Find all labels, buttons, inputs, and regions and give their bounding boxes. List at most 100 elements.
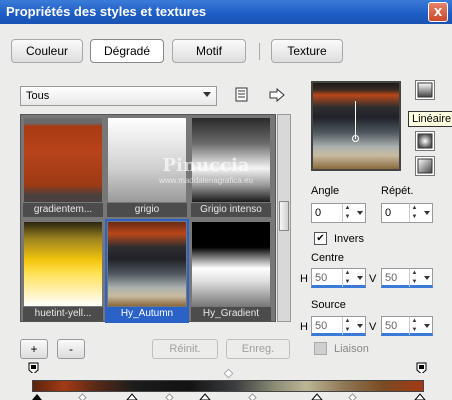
source-label: Source bbox=[311, 299, 346, 311]
color-stop-icon bbox=[126, 393, 138, 400]
rectangular-gradient-icon bbox=[417, 158, 433, 174]
dropdown-arrow-icon[interactable] bbox=[424, 211, 430, 215]
center-v-value: 50 bbox=[385, 272, 398, 284]
link-checkbox[interactable] bbox=[314, 342, 327, 355]
resource-manager-button[interactable] bbox=[235, 87, 249, 103]
color-midpoint-icon bbox=[165, 393, 174, 400]
angle-input[interactable]: 0 ▲ ▼ bbox=[311, 203, 366, 223]
spinner-arrows-icon[interactable]: ▲ ▼ bbox=[342, 317, 352, 335]
gradient-swatch bbox=[108, 222, 186, 306]
linear-gradient-icon bbox=[417, 82, 433, 98]
gradient-label: gradientem... bbox=[23, 203, 103, 217]
document-list-icon bbox=[235, 87, 248, 102]
gradient-label: huetint-yell... bbox=[23, 307, 103, 321]
category-select-value: Tous bbox=[26, 90, 50, 102]
watermark: Pinuccia www.maddalenagrafica.eu bbox=[131, 155, 281, 185]
gradient-preview[interactable] bbox=[311, 81, 401, 171]
scrollbar-thumb[interactable] bbox=[279, 201, 289, 231]
opacity-stop-icon[interactable] bbox=[28, 362, 39, 373]
gradient-grid: gradientem... grigio Grigio intenso huet… bbox=[20, 114, 276, 323]
invert-checkbox[interactable]: ✔ bbox=[314, 232, 327, 245]
gradient-thumb[interactable]: Hy_Gradient bbox=[191, 221, 271, 321]
spinner-arrows-icon[interactable]: ▲ ▼ bbox=[342, 204, 352, 222]
window-title: Propriétés des styles et textures bbox=[6, 4, 207, 19]
spinner-arrows-icon[interactable]: ▲ ▼ bbox=[409, 204, 419, 222]
dropdown-arrow-icon[interactable] bbox=[424, 324, 430, 328]
source-h-label: H bbox=[300, 321, 308, 333]
watermark-url: www.maddalenagrafica.eu bbox=[159, 176, 253, 185]
close-icon: x bbox=[433, 3, 443, 20]
gradient-label: Hy_Autumn bbox=[107, 307, 187, 321]
color-stop-icon bbox=[311, 393, 323, 400]
spinner-arrows-icon[interactable]: ▲ ▼ bbox=[409, 269, 419, 287]
tab-texture[interactable]: Texture bbox=[271, 39, 343, 63]
radial-gradient-icon bbox=[417, 133, 433, 149]
center-handle[interactable] bbox=[352, 135, 359, 142]
spinner-arrows-icon[interactable]: ▲ ▼ bbox=[342, 269, 352, 287]
angle-needle[interactable] bbox=[355, 101, 356, 139]
source-v-label: V bbox=[369, 321, 377, 333]
gradient-label: grigio bbox=[107, 203, 187, 217]
gradient-editor-bar[interactable] bbox=[32, 380, 424, 392]
link-label: Liaison bbox=[334, 343, 369, 355]
chevron-down-icon bbox=[203, 92, 211, 97]
gradient-label: Grigio intenso bbox=[191, 203, 271, 217]
arrow-right-icon bbox=[269, 87, 285, 103]
gradient-grid-scrollbar[interactable] bbox=[277, 114, 291, 322]
repeat-input[interactable]: 0 ▲ ▼ bbox=[381, 203, 433, 223]
color-midpoint-icon bbox=[248, 393, 257, 400]
angle-label: Angle bbox=[311, 185, 340, 197]
linear-style-button[interactable] bbox=[415, 80, 435, 100]
color-stop-icon bbox=[414, 393, 426, 400]
gradient-thumb[interactable]: gradientem... bbox=[23, 117, 103, 217]
repeat-value: 0 bbox=[385, 207, 392, 219]
tab-separator bbox=[259, 43, 260, 60]
dropdown-arrow-icon[interactable] bbox=[424, 276, 430, 280]
center-h-input[interactable]: 50 ▲ ▼ bbox=[311, 268, 366, 288]
gradient-label: Hy_Gradient bbox=[191, 307, 271, 321]
source-h-value: 50 bbox=[315, 320, 328, 332]
gradient-swatch bbox=[24, 222, 102, 306]
save-button[interactable]: Enreg. bbox=[226, 339, 290, 359]
gradient-thumb-selected[interactable]: Hy_Autumn bbox=[105, 219, 189, 323]
checkmark-icon: ✔ bbox=[316, 233, 325, 244]
gradient-swatch bbox=[192, 222, 270, 306]
dropdown-arrow-icon[interactable] bbox=[357, 211, 363, 215]
source-h-input[interactable]: 50 ▲ ▼ bbox=[311, 316, 366, 336]
center-h-value: 50 bbox=[315, 272, 328, 284]
gradient-swatch bbox=[24, 118, 102, 202]
category-select[interactable]: Tous bbox=[20, 86, 217, 106]
center-v-label: V bbox=[369, 273, 377, 285]
color-stop-icon bbox=[199, 393, 211, 400]
gradient-thumb[interactable]: huetint-yell... bbox=[23, 221, 103, 321]
rectangular-style-button[interactable] bbox=[415, 156, 435, 176]
spinner-arrows-icon[interactable]: ▲ ▼ bbox=[409, 317, 419, 335]
color-midpoint-icon bbox=[78, 393, 87, 400]
tab-motif[interactable]: Motif bbox=[172, 39, 246, 63]
center-label: Centre bbox=[311, 252, 345, 264]
dropdown-arrow-icon[interactable] bbox=[357, 276, 363, 280]
color-stops-row[interactable] bbox=[30, 393, 430, 400]
source-v-input[interactable]: 50 ▲ ▼ bbox=[381, 316, 433, 336]
angle-value: 0 bbox=[315, 207, 322, 219]
add-stop-button[interactable]: + bbox=[20, 339, 48, 359]
center-v-input[interactable]: 50 ▲ ▼ bbox=[381, 268, 433, 288]
watermark-name: Pinuccia bbox=[162, 155, 250, 176]
reset-button[interactable]: Réinit. bbox=[152, 339, 218, 359]
center-h-label: H bbox=[300, 273, 308, 285]
tab-degrade[interactable]: Dégradé bbox=[90, 39, 164, 63]
title-bar: Propriétés des styles et textures x bbox=[0, 0, 452, 24]
opacity-stop-icon[interactable] bbox=[416, 362, 427, 373]
invert-label: Invers bbox=[334, 233, 364, 245]
opacity-midpoint-icon[interactable] bbox=[223, 368, 234, 379]
color-midpoint-icon bbox=[348, 393, 357, 400]
source-v-value: 50 bbox=[385, 320, 398, 332]
dropdown-arrow-icon[interactable] bbox=[357, 324, 363, 328]
radial-style-button[interactable] bbox=[415, 131, 435, 151]
tooltip: Linéaire bbox=[408, 111, 452, 127]
export-button[interactable] bbox=[268, 87, 286, 103]
repeat-label: Répét. bbox=[381, 185, 414, 197]
tab-couleur[interactable]: Couleur bbox=[11, 39, 83, 63]
close-button[interactable]: x bbox=[428, 2, 448, 22]
remove-stop-button[interactable]: - bbox=[57, 339, 85, 359]
